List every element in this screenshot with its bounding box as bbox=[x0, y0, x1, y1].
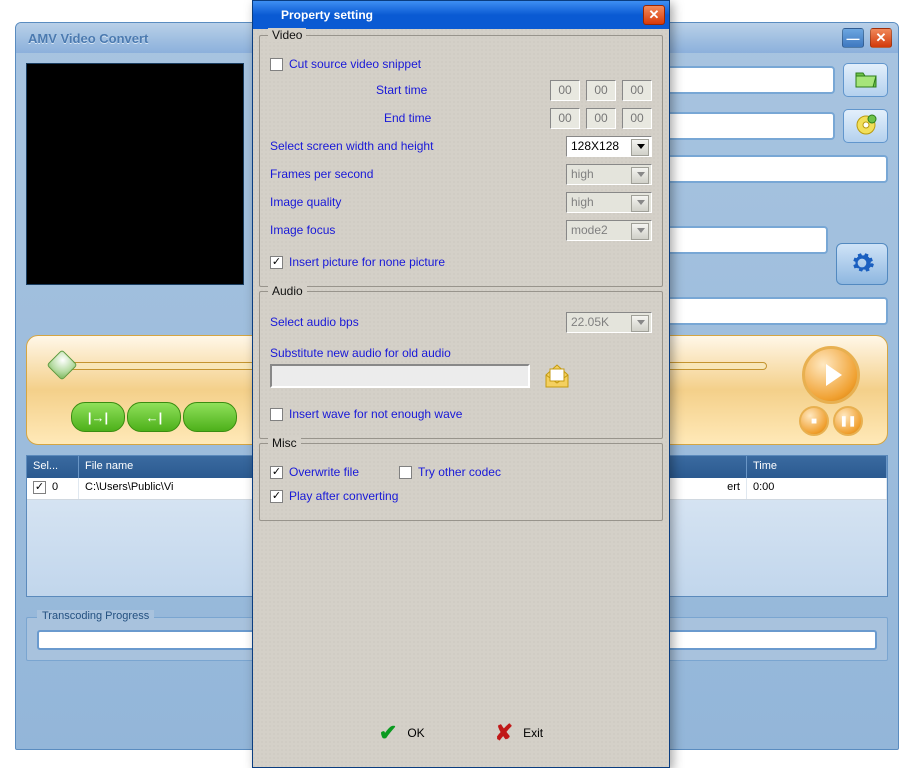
start-h-input[interactable]: 00 bbox=[550, 80, 580, 101]
audio-groupbox: Audio Select audio bps 22.05K Substitute… bbox=[259, 291, 663, 439]
cut-snippet-label: Cut source video snippet bbox=[289, 57, 421, 71]
audio-bps-combo[interactable]: 22.05K bbox=[566, 312, 652, 333]
ok-label: OK bbox=[407, 726, 424, 740]
audio-legend: Audio bbox=[268, 284, 307, 298]
check-icon: ✔ bbox=[379, 720, 397, 746]
exit-label: Exit bbox=[523, 726, 543, 740]
dialog-title: Property setting bbox=[257, 8, 643, 22]
end-h-input[interactable]: 00 bbox=[550, 108, 580, 129]
audio-bps-label: Select audio bps bbox=[270, 315, 566, 329]
quality-combo[interactable]: high bbox=[566, 192, 652, 213]
stop-button[interactable]: ■ bbox=[799, 406, 829, 436]
row-checkbox[interactable]: ✓ bbox=[33, 481, 46, 494]
seek-thumb[interactable] bbox=[46, 349, 77, 380]
end-m-input[interactable]: 00 bbox=[586, 108, 616, 129]
pause-button[interactable]: ❚❚ bbox=[833, 406, 863, 436]
try-codec-label: Try other codec bbox=[418, 465, 501, 479]
gear-icon bbox=[849, 250, 875, 279]
mark-in-label: |→| bbox=[88, 410, 108, 425]
cut-snippet-checkbox[interactable] bbox=[270, 58, 283, 71]
play-after-checkbox[interactable]: ✓ bbox=[270, 490, 283, 503]
mark-out-button[interactable]: ←| bbox=[127, 402, 181, 432]
disc-icon bbox=[855, 114, 877, 139]
video-preview bbox=[26, 63, 244, 285]
property-setting-dialog: Property setting ✕ Video Cut source vide… bbox=[252, 0, 670, 768]
video-groupbox: Video Cut source video snippet Start tim… bbox=[259, 35, 663, 287]
end-time-label: End time bbox=[384, 111, 431, 125]
minimize-button[interactable]: — bbox=[842, 28, 864, 48]
play-button[interactable] bbox=[802, 346, 860, 404]
open-file-button[interactable] bbox=[843, 63, 888, 97]
focus-combo[interactable]: mode2 bbox=[566, 220, 652, 241]
screen-size-combo[interactable]: 128X128 bbox=[566, 136, 652, 157]
folder-icon bbox=[854, 69, 878, 92]
substitute-audio-field[interactable] bbox=[270, 364, 530, 388]
fps-label: Frames per second bbox=[270, 167, 566, 181]
overwrite-label: Overwrite file bbox=[289, 465, 359, 479]
exit-button[interactable]: ✘ Exit bbox=[495, 720, 543, 746]
main-close-button[interactable]: ✕ bbox=[870, 28, 892, 48]
start-time-label: Start time bbox=[376, 83, 427, 97]
dialog-close-button[interactable]: ✕ bbox=[643, 5, 665, 25]
misc-legend: Misc bbox=[268, 436, 301, 450]
row-index: 0 bbox=[52, 481, 58, 493]
dialog-footer: ✔ OK ✘ Exit bbox=[259, 705, 663, 761]
dialog-titlebar[interactable]: Property setting ✕ bbox=[253, 1, 669, 29]
row-time: 0:00 bbox=[747, 478, 887, 499]
col-header-time[interactable]: Time bbox=[747, 456, 887, 478]
x-icon: ✘ bbox=[495, 720, 513, 746]
video-legend: Video bbox=[268, 28, 306, 42]
try-codec-checkbox[interactable] bbox=[399, 466, 412, 479]
fps-combo[interactable]: high bbox=[566, 164, 652, 185]
start-s-input[interactable]: 00 bbox=[622, 80, 652, 101]
play-after-label: Play after converting bbox=[289, 489, 398, 503]
insert-wave-checkbox[interactable] bbox=[270, 408, 283, 421]
output-folder-button[interactable] bbox=[843, 109, 888, 143]
ok-button[interactable]: ✔ OK bbox=[379, 720, 425, 746]
end-s-input[interactable]: 00 bbox=[622, 108, 652, 129]
transport-extra-button[interactable] bbox=[183, 402, 237, 432]
overwrite-checkbox[interactable]: ✓ bbox=[270, 466, 283, 479]
focus-label: Image focus bbox=[270, 223, 566, 237]
settings-button[interactable] bbox=[836, 243, 888, 285]
start-m-input[interactable]: 00 bbox=[586, 80, 616, 101]
substitute-audio-label: Substitute new audio for old audio bbox=[270, 346, 652, 360]
progress-label: Transcoding Progress bbox=[37, 610, 154, 622]
screen-label: Select screen width and height bbox=[270, 139, 566, 153]
insert-picture-label: Insert picture for none picture bbox=[289, 255, 445, 269]
misc-groupbox: Misc ✓ Overwrite file Try other codec ✓ … bbox=[259, 443, 663, 521]
mark-out-label: ←| bbox=[146, 410, 163, 425]
envelope-open-icon[interactable] bbox=[542, 363, 572, 394]
insert-picture-checkbox[interactable]: ✓ bbox=[270, 256, 283, 269]
mark-in-button[interactable]: |→| bbox=[71, 402, 125, 432]
col-header-select[interactable]: Sel... bbox=[27, 456, 79, 478]
quality-label: Image quality bbox=[270, 195, 566, 209]
insert-wave-label: Insert wave for not enough wave bbox=[289, 407, 462, 421]
